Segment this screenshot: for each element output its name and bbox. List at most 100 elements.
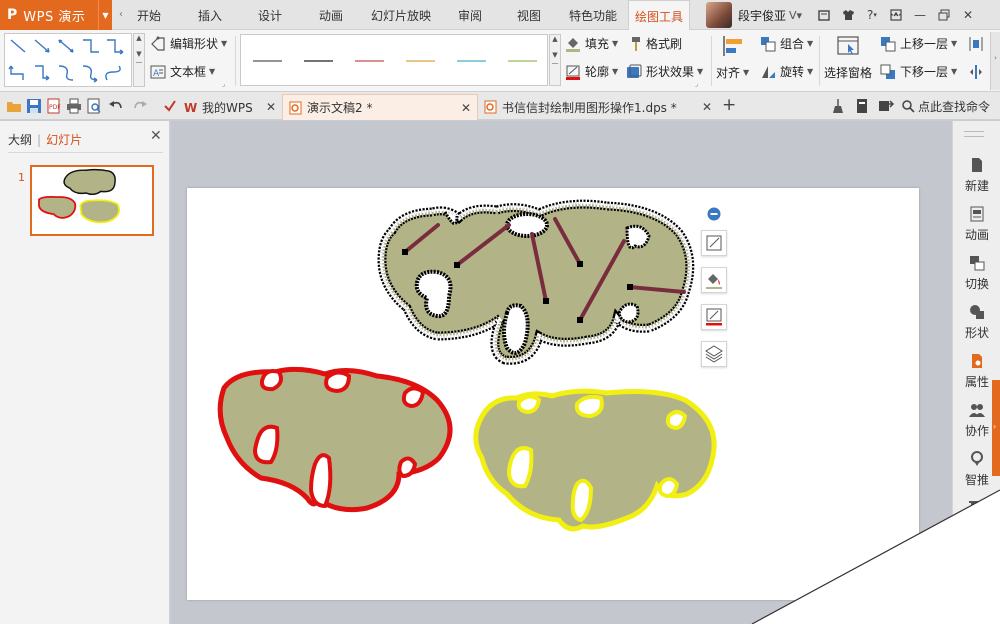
shape-effect-button[interactable]: 形状效果 ▼ (626, 63, 703, 80)
open-folder-icon[interactable] (6, 98, 22, 114)
selection-pane-button[interactable]: 选择窗格 (824, 34, 872, 81)
layers-float-button[interactable] (701, 341, 727, 367)
sidebar-item-label: 协作 (964, 424, 989, 438)
sidebar-item-animation[interactable]: 动画 (953, 206, 1000, 243)
freeform-shape-red[interactable] (217, 366, 453, 513)
wps-w-icon: W (184, 101, 197, 114)
rotate-button[interactable]: 旋转 ▼ (760, 63, 813, 80)
dialog-launcher-icon[interactable]: ⌟ (222, 80, 225, 88)
help-icon[interactable]: ? ▾ (860, 0, 884, 30)
close-icon[interactable]: ✕ (461, 101, 471, 115)
tab-drawing-tools[interactable]: 绘图工具 (628, 0, 690, 31)
tab-scroll-left-icon[interactable]: ‹ (115, 5, 127, 25)
align-icon (721, 34, 745, 58)
close-icon[interactable]: ✕ (266, 100, 276, 114)
line-shapes-icon[interactable] (7, 36, 131, 86)
outline-float-button[interactable] (701, 304, 727, 330)
tab-home[interactable]: 开始 (130, 0, 168, 30)
format-painter-button[interactable]: 格式刷 (626, 35, 682, 52)
chevron-down-icon[interactable]: V▾ (789, 9, 802, 22)
sidebar-item-transition[interactable]: 切换 (953, 255, 1000, 292)
freeform-shape-yellow[interactable] (473, 388, 717, 532)
format-painter-label: 格式刷 (646, 37, 683, 51)
user-account[interactable]: 段宇俊亚 V▾ (706, 0, 802, 30)
svg-text:PDF: PDF (49, 104, 61, 111)
fill-float-button[interactable] (701, 267, 727, 293)
line-style-scroll[interactable]: ▲ ▼ — (549, 34, 561, 86)
line-shape-gallery[interactable] (4, 33, 132, 87)
tab-insert[interactable]: 插入 (188, 0, 232, 30)
tab-special-features[interactable]: 特色功能 (565, 0, 621, 30)
minimize-icon[interactable]: — (908, 0, 932, 30)
distribute-icon (968, 64, 984, 80)
shirt-icon[interactable] (836, 0, 860, 30)
dialog-launcher-icon[interactable]: ⌟ (695, 80, 698, 88)
gallery-scroll[interactable]: ▲ ▼ — (133, 33, 145, 87)
print-preview-icon[interactable] (86, 98, 102, 114)
chevron-down-icon[interactable]: ▼ (98, 0, 112, 30)
slides-panel: 大纲 | 幻灯片 ✕ 1 (0, 121, 170, 624)
sidebar-item-shapes[interactable]: 形状 (953, 304, 1000, 341)
restore-icon[interactable] (932, 0, 956, 30)
divider (711, 36, 712, 86)
group-button[interactable]: 组合 ▼ (760, 35, 813, 52)
align-button[interactable]: 对齐 ▼ (716, 34, 749, 81)
bring-forward-button[interactable]: 上移一层 ▼ (880, 35, 957, 52)
text-box-button[interactable]: A 文本框 ▼ (150, 63, 215, 80)
customize-quick-access-icon[interactable] (162, 98, 178, 114)
chevron-down-icon: ▼ (697, 67, 704, 76)
avatar[interactable] (706, 2, 732, 28)
document-icon[interactable] (854, 98, 870, 114)
command-search[interactable]: 点此查找命令 (902, 98, 990, 115)
collapse-circle-icon[interactable] (707, 207, 721, 221)
tab-design[interactable]: 设计 (248, 0, 292, 30)
doc-tab-my-wps[interactable]: W 我的WPS ✕ (178, 94, 282, 120)
slide-thumbnail[interactable] (30, 165, 154, 236)
edit-shape-button[interactable]: 编辑形状 ▼ (150, 35, 227, 52)
trash-icon[interactable] (968, 499, 984, 515)
outline-button[interactable]: 轮廓 ▼ (565, 63, 618, 80)
save-icon[interactable] (26, 98, 42, 114)
export-pdf-icon[interactable]: PDF (46, 98, 62, 114)
close-icon[interactable]: ✕ (702, 100, 712, 114)
app-menu-button[interactable]: P WPS 演示 ▼ (0, 0, 112, 30)
freeform-shape-selected[interactable] (382, 204, 690, 360)
tab-slides[interactable]: 幻灯片 (46, 131, 82, 148)
distribute-more-button[interactable] (968, 64, 988, 80)
collaborate-icon (969, 404, 985, 417)
smart-push-icon (971, 451, 983, 466)
tab-view[interactable]: 视图 (507, 0, 551, 30)
broom-icon[interactable] (830, 98, 846, 114)
slide[interactable] (187, 188, 919, 600)
doc-tab-envelope-dps[interactable]: 书信信封绘制用图形操作1.dps * ✕ (478, 94, 718, 120)
group-label: 组合 (780, 37, 805, 51)
undo-icon[interactable] (108, 98, 124, 114)
sidebar-item-new[interactable]: 新建 (953, 157, 1000, 194)
skin-icon[interactable] (812, 0, 836, 30)
fill-button[interactable]: 填充 ▼ (565, 35, 618, 52)
tab-animation[interactable]: 动画 (309, 0, 353, 30)
close-icon[interactable]: ✕ (150, 128, 162, 144)
tab-review[interactable]: 审阅 (450, 0, 490, 30)
tab-outline[interactable]: 大纲 (8, 131, 32, 148)
send-backward-icon (880, 64, 896, 80)
line-style-gallery[interactable] (240, 34, 548, 86)
ribbon-scroll-right-icon[interactable]: › (990, 32, 1000, 90)
sidebar-item-label: 智推 (964, 473, 989, 487)
slide-thumbnail-preview (38, 168, 120, 224)
close-icon[interactable]: ✕ (956, 0, 980, 30)
redo-icon[interactable] (132, 98, 148, 114)
distribute-button[interactable] (968, 36, 988, 52)
rotate-label: 旋转 (780, 65, 805, 79)
fullscreen-icon[interactable] (884, 0, 908, 30)
task-pane-expand-handle[interactable]: › (992, 380, 1000, 476)
line-style-swatches[interactable] (241, 35, 547, 85)
user-name[interactable]: 段宇俊亚 (738, 7, 786, 24)
edit-shape-float-button[interactable] (701, 230, 727, 256)
doc-tab-presentation2[interactable]: 演示文稿2 * ✕ (282, 94, 478, 120)
share-icon[interactable] (878, 98, 894, 114)
new-tab-plus-icon[interactable]: + (722, 95, 736, 115)
tab-slideshow[interactable]: 幻灯片放映 (367, 0, 435, 30)
send-backward-button[interactable]: 下移一层 ▼ (880, 63, 957, 80)
print-icon[interactable] (66, 98, 82, 114)
